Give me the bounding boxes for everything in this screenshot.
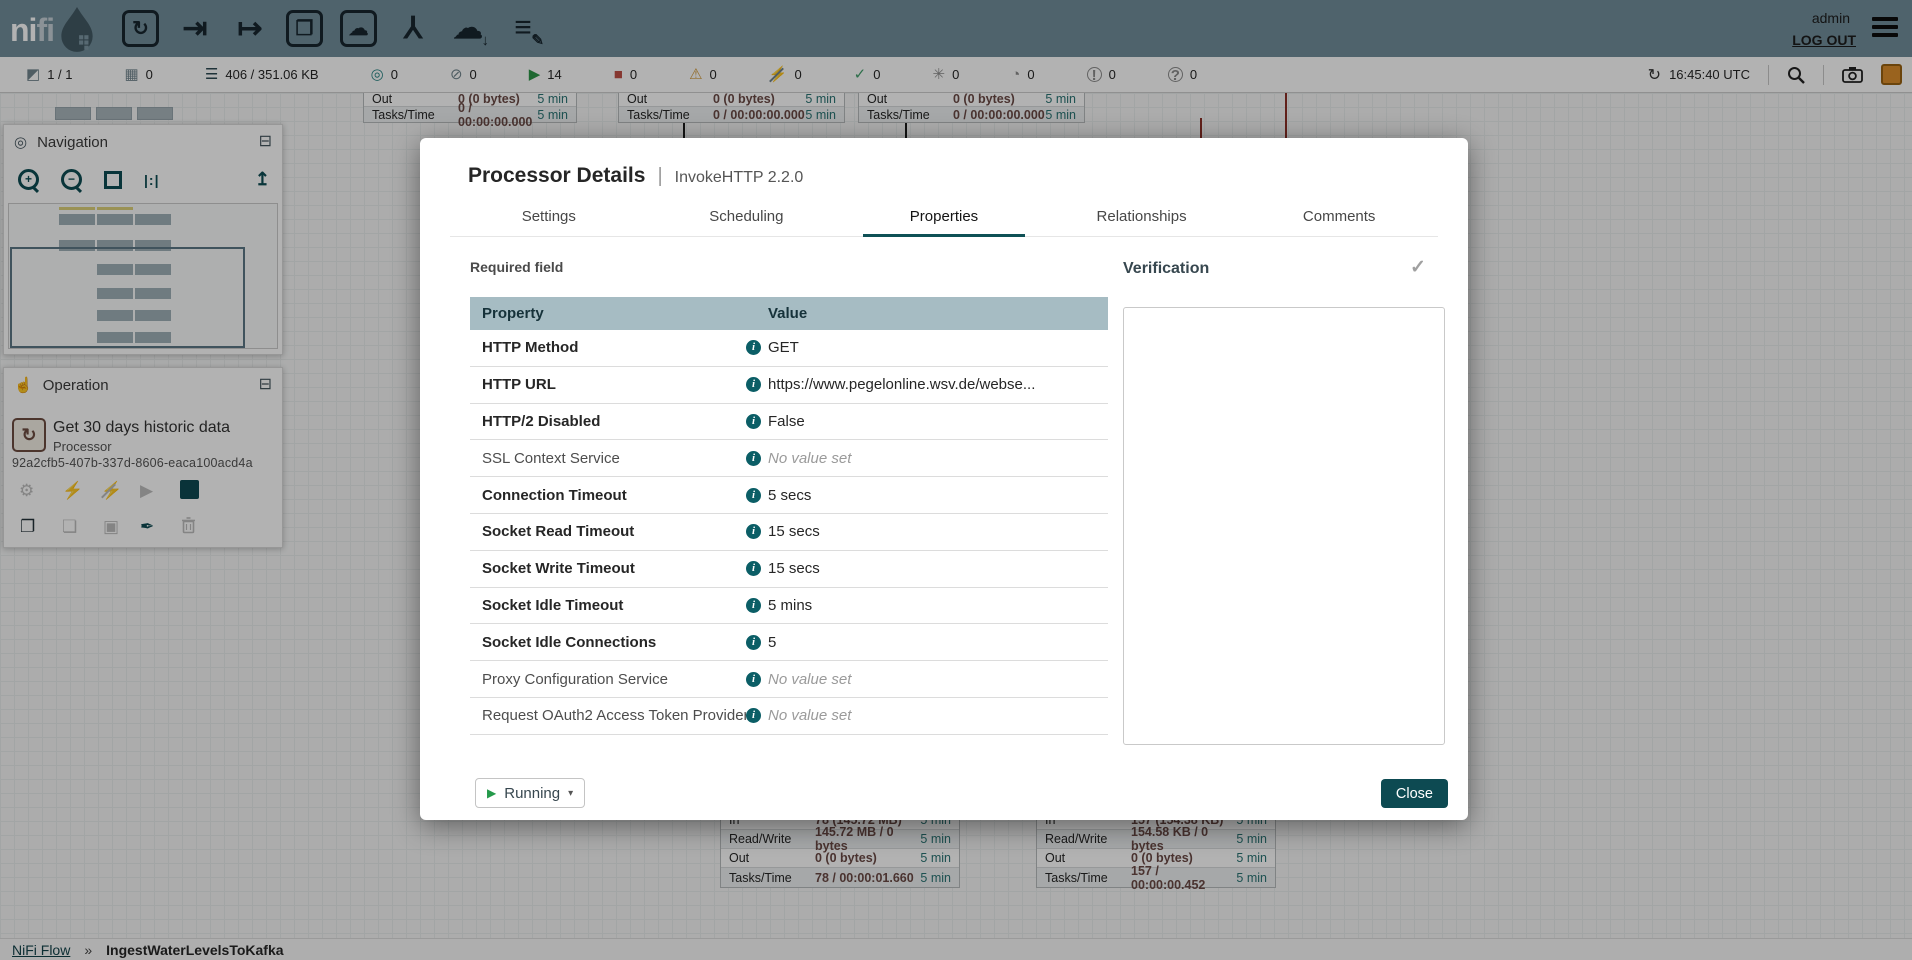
property-row: Proxy Configuration Servicei No value set <box>470 661 1108 698</box>
property-row: Socket Read Timeouti 15 secs <box>470 514 1108 551</box>
property-name: Connection Timeout <box>470 487 746 504</box>
tab-scheduling[interactable]: Scheduling <box>648 196 846 236</box>
play-icon: ▶ <box>487 786 496 800</box>
property-value: No value set <box>768 450 1108 467</box>
property-row: HTTP URLi https://www.pegelonline.wsv.de/… <box>470 367 1108 404</box>
property-name: HTTP Method <box>470 339 746 356</box>
close-button[interactable]: Close <box>1381 779 1448 808</box>
info-icon[interactable]: i <box>746 635 761 650</box>
property-name: Proxy Configuration Service <box>470 671 746 688</box>
dialog-tabs: Settings Scheduling Properties Relations… <box>450 196 1438 237</box>
property-value: 5 mins <box>768 597 1108 614</box>
tab-relationships[interactable]: Relationships <box>1043 196 1241 236</box>
run-state-label: Running <box>504 785 560 802</box>
dialog-title: Processor Details <box>468 164 645 188</box>
property-row: HTTP/2 Disabledi False <box>470 404 1108 441</box>
property-row: SSL Context Servicei No value set <box>470 440 1108 477</box>
title-separator: | <box>657 165 662 188</box>
property-row: Connection Timeouti 5 secs <box>470 477 1108 514</box>
property-value: No value set <box>768 707 1108 724</box>
verification-title: Verification <box>1123 260 1209 278</box>
info-icon[interactable]: i <box>746 451 761 466</box>
properties-table: Property Value HTTP MethodiGET HTTP URLi… <box>470 297 1108 745</box>
tab-comments[interactable]: Comments <box>1240 196 1438 236</box>
property-name: HTTP URL <box>470 376 746 393</box>
dialog-subtitle: InvokeHTTP 2.2.0 <box>675 169 804 187</box>
tab-properties[interactable]: Properties <box>845 196 1043 236</box>
property-name: Socket Read Timeout <box>470 523 746 540</box>
properties-table-header: Property Value <box>470 297 1108 330</box>
verification-results-panel <box>1123 307 1445 745</box>
property-value: 5 <box>768 634 1108 651</box>
required-field-label: Required field <box>470 259 563 275</box>
property-value: GET <box>768 339 1108 356</box>
info-icon[interactable]: i <box>746 708 761 723</box>
property-row: Socket Write Timeouti 15 secs <box>470 551 1108 588</box>
property-name: Request OAuth2 Access Token Provider <box>470 707 746 724</box>
info-icon[interactable]: i <box>746 414 761 429</box>
tab-settings[interactable]: Settings <box>450 196 648 236</box>
property-value: No value set <box>768 744 1108 745</box>
property-row: Request OAuth2 Access Token Provideri No … <box>470 698 1108 735</box>
nifi-app: Out0 (0 bytes)5 min Tasks/Time0 / 00:00:… <box>0 0 1912 960</box>
property-name: Socket Idle Connections <box>470 634 746 651</box>
info-icon[interactable]: i <box>746 340 761 355</box>
property-row: HTTP Methodi GET <box>470 330 1108 367</box>
property-row: Socket Idle Connectionsi5 <box>470 624 1108 661</box>
property-row: Socket Idle Timeouti 5 mins <box>470 588 1108 625</box>
property-name: HTTP/2 Disabled <box>470 413 746 430</box>
chevron-down-icon: ▾ <box>568 788 573 799</box>
info-icon[interactable]: i <box>746 561 761 576</box>
info-icon[interactable]: i <box>746 377 761 392</box>
processor-details-dialog: Processor Details | InvokeHTTP 2.2.0 Set… <box>420 138 1468 820</box>
property-value: 5 secs <box>768 487 1108 504</box>
property-value: 15 secs <box>768 523 1108 540</box>
verify-check-icon[interactable]: ✓ <box>1410 256 1426 279</box>
info-icon[interactable]: i <box>746 672 761 687</box>
property-value: No value set <box>768 671 1108 688</box>
property-value: 15 secs <box>768 560 1108 577</box>
info-icon[interactable]: i <box>746 488 761 503</box>
property-name: SSL Context Service <box>470 450 746 467</box>
property-row: iNo value set <box>470 735 1108 745</box>
info-icon[interactable]: i <box>746 524 761 539</box>
run-state-dropdown[interactable]: ▶ Running ▾ <box>475 778 585 808</box>
property-value: https://www.pegelonline.wsv.de/webse... <box>768 376 1108 393</box>
property-name: Socket Idle Timeout <box>470 597 746 614</box>
property-name: Socket Write Timeout <box>470 560 746 577</box>
property-value: False <box>768 413 1108 430</box>
info-icon[interactable]: i <box>746 598 761 613</box>
